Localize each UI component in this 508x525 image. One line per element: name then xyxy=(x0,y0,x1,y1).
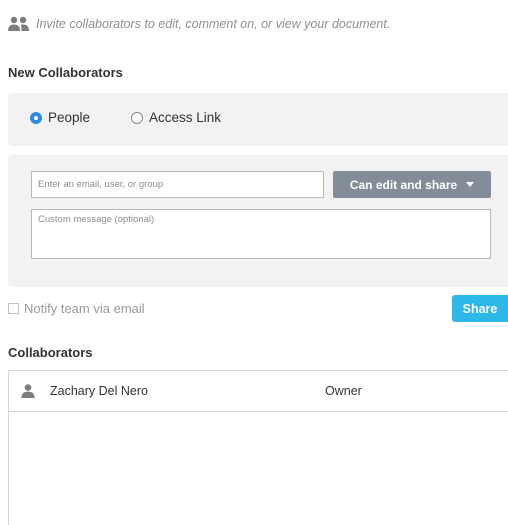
people-radio-button[interactable] xyxy=(30,111,42,124)
people-radio-label: People xyxy=(48,110,91,125)
people-icon xyxy=(8,16,30,32)
access-link-radio-label: Access Link xyxy=(149,110,222,125)
people-radio-option[interactable]: People xyxy=(30,110,90,125)
collaborator-mode-panel: People Access Link xyxy=(8,93,508,146)
invite-description: Invite collaborators to edit, comment on… xyxy=(36,17,391,31)
email-input[interactable] xyxy=(31,171,324,198)
caret-down-icon xyxy=(466,182,475,187)
access-link-radio-option[interactable]: Access Link xyxy=(131,110,221,125)
notify-team-label: Notify team via email xyxy=(24,301,145,316)
permission-dropdown-label: Can edit and share xyxy=(349,177,458,192)
notify-team-option[interactable]: Notify team via email xyxy=(8,301,145,316)
invite-banner: Invite collaborators to edit, comment on… xyxy=(8,14,390,34)
invite-form-panel: Can edit and share xyxy=(8,155,508,287)
share-button[interactable]: Share xyxy=(452,295,508,322)
access-link-radio-button[interactable] xyxy=(131,111,143,124)
custom-message-input[interactable] xyxy=(31,209,491,259)
collaborators-title: Collaborators xyxy=(8,345,93,360)
collaborators-table: Zachary Del Nero Owner xyxy=(8,370,508,525)
permission-dropdown[interactable]: Can edit and share xyxy=(333,171,491,198)
collaborator-role: Owner xyxy=(325,384,362,398)
collaborator-name: Zachary Del Nero xyxy=(50,384,148,398)
notify-team-checkbox[interactable] xyxy=(8,303,19,314)
table-row: Zachary Del Nero Owner xyxy=(9,371,508,412)
user-icon xyxy=(21,384,35,398)
new-collaborators-title: New Collaborators xyxy=(8,65,123,80)
